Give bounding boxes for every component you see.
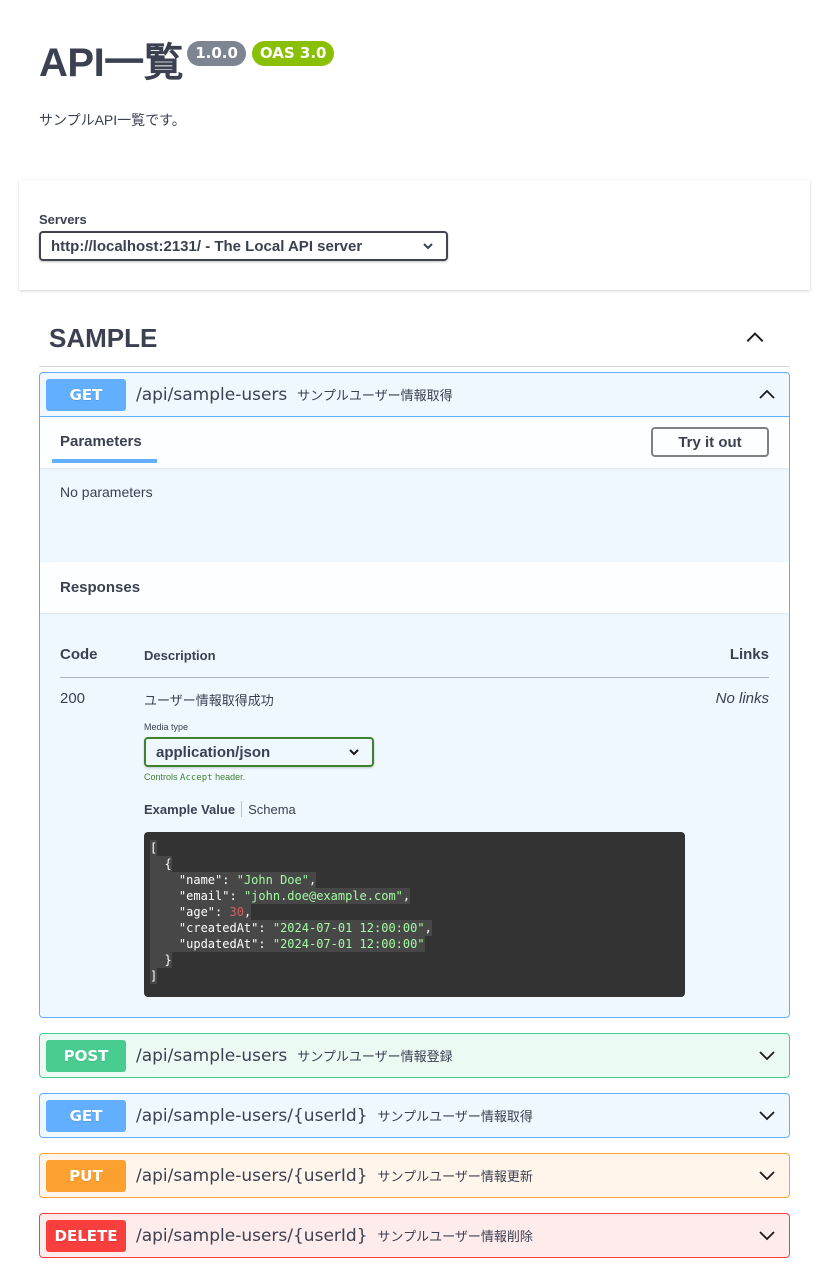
opblock-delete-sample-user: DELETE /api/sample-users/{userId} サンプルユー… [39,1213,790,1258]
chevron-down-icon[interactable] [757,1045,777,1065]
column-code: Code [60,646,98,663]
no-parameters-text: No parameters [60,484,153,500]
tab-separator [241,801,243,817]
method-badge: POST [46,1039,126,1072]
chevron-up-icon[interactable] [757,384,777,404]
method-badge: GET [46,378,126,411]
chevron-down-icon [349,749,359,756]
opblock-post-sample-users: POST /api/sample-users サンプルユーザー情報登録 [39,1033,790,1078]
opblock-summary[interactable]: DELETE /api/sample-users/{userId} サンプルユー… [40,1214,789,1257]
try-it-out-button[interactable]: Try it out [651,427,769,457]
controls-accept-note: Controls Accept header. [144,772,245,783]
method-badge: DELETE [46,1219,126,1252]
operation-path: /api/sample-users/{userId} [136,1165,368,1186]
media-type-value: application/json [156,743,271,761]
operation-summary: サンプルユーザー情報登録 [297,1049,453,1064]
example-email: john.doe@example.com [251,889,396,903]
controls-code: Accept [180,773,213,783]
opblock-put-sample-user: PUT /api/sample-users/{userId} サンプルユーザー情… [39,1153,790,1198]
method-badge: GET [46,1099,126,1132]
table-divider [60,677,769,678]
tab-active-indicator [52,459,157,463]
servers-panel: Servers http://localhost:2131/ - The Loc… [19,180,810,290]
operation-summary: サンプルユーザー情報削除 [377,1229,533,1244]
example-updated-at: 2024-07-01 12:00:00 [280,937,418,951]
servers-selected-value: http://localhost:2131/ - The Local API s… [51,237,363,255]
title-row: API一覧 1.0.0 OAS 3.0 [39,36,335,90]
column-description: Description [144,648,216,663]
api-info: API一覧 1.0.0 OAS 3.0 [39,36,335,90]
operation-path: /api/sample-users/{userId} [136,1225,368,1246]
opblock-summary[interactable]: PUT /api/sample-users/{userId} サンプルユーザー情… [40,1154,789,1197]
column-links: Links [729,646,769,663]
opblock-get-sample-user-by-id: GET /api/sample-users/{userId} サンプルユーザー情… [39,1093,790,1138]
example-code-block: [ { "name": "John Doe", "email": "john.d… [144,832,685,997]
responses-header: Responses [40,562,789,613]
media-type-label: Media type [144,722,189,732]
oas-badge: OAS 3.0 [251,41,335,66]
tab-schema[interactable]: Schema [248,802,296,817]
chevron-down-icon[interactable] [757,1165,777,1185]
example-tabs: Example Value Schema [144,801,296,817]
api-description: サンプルAPI一覧です。 [39,112,186,128]
operation-summary: サンプルユーザー情報取得 [297,388,453,403]
tab-parameters[interactable]: Parameters [60,433,142,450]
opblock-body: Parameters Try it out No parameters Resp… [40,416,789,1017]
controls-suffix: header. [215,772,246,782]
response-code: 200 [60,690,86,707]
tag-section-header[interactable]: SAMPLE [39,310,790,367]
servers-select[interactable]: http://localhost:2131/ - The Local API s… [39,231,448,261]
controls-prefix: Controls [144,772,178,782]
response-links: No links [715,690,769,707]
tag-name: SAMPLE [49,322,158,353]
chevron-down-icon [423,243,433,250]
parameters-header: Parameters Try it out [40,417,789,468]
example-name: John Doe [243,873,302,887]
operation-summary: サンプルユーザー情報取得 [377,1109,533,1124]
opblock-get-sample-users: GET /api/sample-users サンプルユーザー情報取得 Param… [39,372,790,1018]
operation-summary: サンプルユーザー情報更新 [377,1169,533,1184]
method-badge: PUT [46,1159,126,1192]
responses-title: Responses [60,579,141,596]
operation-path: /api/sample-users [136,384,288,405]
servers-label: Servers [39,212,87,227]
chevron-up-icon[interactable] [744,327,766,349]
opblock-summary[interactable]: POST /api/sample-users サンプルユーザー情報登録 [40,1034,789,1077]
chevron-down-icon[interactable] [757,1225,777,1245]
chevron-down-icon[interactable] [757,1105,777,1125]
version-badge: 1.0.0 [187,41,246,66]
media-type-select[interactable]: application/json [144,737,374,767]
page-title: API一覧 [39,41,184,85]
example-created-at: 2024-07-01 12:00:00 [280,921,418,935]
tab-example-value[interactable]: Example Value [144,802,235,817]
response-description: ユーザー情報取得成功 [144,693,274,708]
opblock-summary[interactable]: GET /api/sample-users/{userId} サンプルユーザー情… [40,1094,789,1137]
operation-path: /api/sample-users/{userId} [136,1105,368,1126]
example-age: 30 [229,905,244,919]
opblock-summary[interactable]: GET /api/sample-users サンプルユーザー情報取得 [40,373,789,416]
operation-path: /api/sample-users [136,1045,288,1066]
